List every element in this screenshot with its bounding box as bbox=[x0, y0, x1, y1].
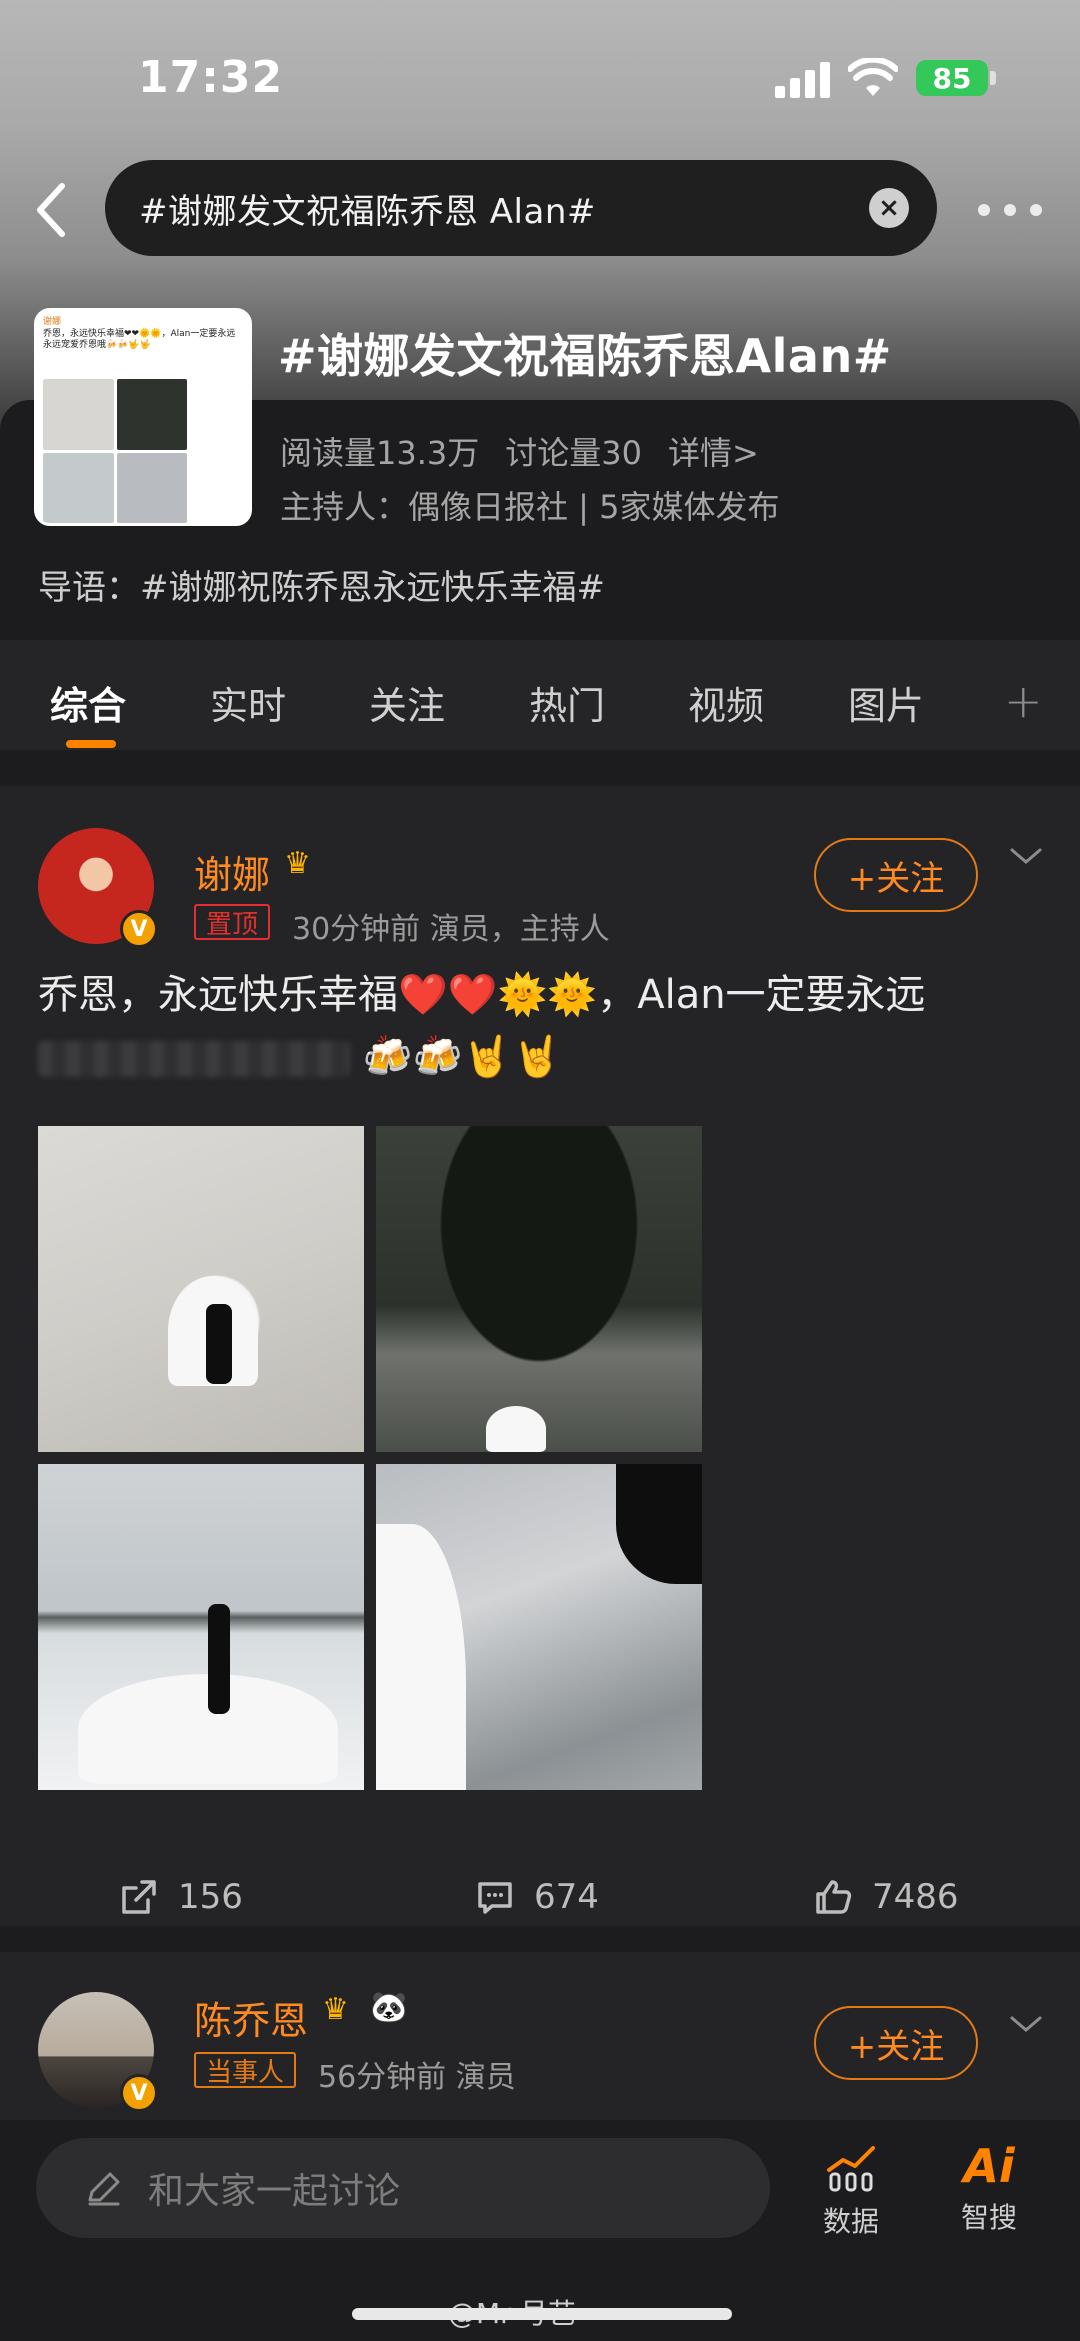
search-query: #谢娜发文祝福陈乔恩 Alan# bbox=[139, 191, 596, 232]
topic-stats: 阅读量13.3万 讨论量30 详情> bbox=[280, 428, 759, 474]
search-input[interactable]: #谢娜发文祝福陈乔恩 Alan# × bbox=[105, 160, 937, 256]
sleeve-shape bbox=[616, 1464, 702, 1584]
topic-guide[interactable]: 导语：#谢娜祝陈乔恩永远快乐幸福# bbox=[38, 560, 605, 609]
post-image[interactable] bbox=[376, 1464, 702, 1790]
status-bar: 17:32 85 bbox=[0, 0, 1080, 150]
read-count: 阅读量13.3万 bbox=[280, 434, 480, 472]
home-indicator[interactable] bbox=[352, 2308, 732, 2320]
post-actions: 156 674 7486 bbox=[0, 1876, 1080, 1926]
discuss-input[interactable]: 和大家一起讨论 bbox=[36, 2138, 770, 2238]
topic-thumbnail[interactable]: 谢娜 乔恩，永远快乐幸福❤❤🌞🌞，Alan一定要永远永远宠爱乔恩哦🍻🍻🤟🤟 bbox=[34, 308, 252, 526]
thumbnail-images bbox=[43, 379, 187, 523]
post-card: V 谢娜 ♛ 置顶 30分钟前 演员，主持人 +关注 乔恩，永远快乐幸福❤️❤️… bbox=[0, 786, 1080, 1926]
thumbs-up-icon bbox=[816, 1880, 852, 1914]
post-author-name[interactable]: 陈乔恩 bbox=[194, 1990, 308, 2045]
active-tab-indicator bbox=[66, 740, 116, 748]
battery-level: 85 bbox=[932, 61, 972, 95]
clear-search-icon[interactable]: × bbox=[869, 188, 909, 228]
data-label: 数据 bbox=[822, 2205, 879, 2238]
add-tab-icon[interactable]: + bbox=[1004, 674, 1043, 728]
party-involved-tag: 当事人 bbox=[194, 2052, 297, 2088]
more-options-icon[interactable] bbox=[978, 200, 1042, 220]
post-meta: 56分钟前 演员 bbox=[318, 2060, 516, 2095]
tab-following[interactable]: 关注 bbox=[369, 675, 445, 730]
details-link[interactable]: 详情> bbox=[668, 428, 759, 474]
comment-icon bbox=[478, 1882, 512, 1914]
ai-search-label: 智搜 bbox=[960, 2201, 1017, 2234]
thumbnail-text: 乔恩，永远快乐幸福❤❤🌞🌞，Alan一定要永远永远宠爱乔恩哦🍻🍻🤟🤟 bbox=[43, 328, 236, 351]
avatar[interactable]: V bbox=[38, 1992, 158, 2112]
tab-hot[interactable]: 热门 bbox=[529, 675, 605, 730]
ai-search-button[interactable]: Ai 智搜 bbox=[934, 2140, 1044, 2236]
thumbnail-author: 谢娜 bbox=[43, 317, 62, 327]
pencil-icon bbox=[88, 2172, 120, 2206]
tab-general[interactable]: 综合 bbox=[50, 675, 126, 730]
share-button[interactable]: 156 bbox=[118, 1876, 243, 1918]
avatar[interactable]: V bbox=[38, 828, 158, 948]
share-icon bbox=[122, 1880, 156, 1914]
battery-indicator: 85 bbox=[916, 60, 988, 96]
battery-tip bbox=[990, 71, 996, 85]
data-button[interactable]: 数据 bbox=[796, 2140, 906, 2240]
crown-icon: ♛ bbox=[284, 846, 311, 881]
post-text: 乔恩，永远快乐幸福❤️❤️🌞🌞，Alan一定要永远 🍻🍻🤘🤘 bbox=[38, 964, 1048, 1088]
follow-button[interactable]: +关注 bbox=[814, 838, 978, 912]
post-text-line-2: 🍻🍻🤘🤘 bbox=[38, 1026, 1048, 1088]
like-button[interactable]: 7486 bbox=[812, 1876, 959, 1918]
topic-title: #谢娜发文祝福陈乔恩Alan# bbox=[278, 329, 892, 383]
verified-badge-icon: V bbox=[120, 910, 158, 948]
follow-button[interactable]: +关注 bbox=[814, 2006, 978, 2080]
status-time: 17:32 bbox=[138, 52, 284, 103]
discussion-count: 讨论量30 bbox=[505, 434, 642, 472]
dress-shape bbox=[486, 1406, 546, 1452]
post-image-grid bbox=[38, 1126, 706, 1798]
chevron-down-icon[interactable] bbox=[1008, 844, 1044, 868]
cellular-signal-icon bbox=[775, 62, 830, 98]
thumbnail-caption: 谢娜 乔恩，永远快乐幸福❤❤🌞🌞，Alan一定要永远永远宠爱乔恩哦🍻🍻🤟🤟 bbox=[37, 311, 249, 354]
post-emojis: 🍻🍻🤘🤘 bbox=[362, 1034, 562, 1080]
post-text-line: 乔恩，永远快乐幸福❤️❤️🌞🌞，Alan一定要永远 bbox=[38, 972, 926, 1018]
groom-shape bbox=[208, 1604, 230, 1714]
topic-host: 主持人：偶像日报社 | 5家媒体发布 bbox=[280, 488, 780, 526]
post-image[interactable] bbox=[38, 1126, 364, 1452]
back-arrow-icon[interactable] bbox=[30, 180, 74, 240]
ai-search-icon: Ai bbox=[963, 2139, 1015, 2193]
like-count: 7486 bbox=[872, 1877, 959, 1917]
dress-shape bbox=[376, 1524, 466, 1790]
blurred-text bbox=[38, 1041, 350, 1077]
pinned-tag: 置顶 bbox=[194, 904, 271, 940]
groom-shape bbox=[206, 1304, 232, 1384]
panda-icon: 🐼 bbox=[370, 1990, 408, 2025]
post-image[interactable] bbox=[376, 1126, 702, 1452]
post-image[interactable] bbox=[38, 1464, 364, 1790]
chevron-down-icon[interactable] bbox=[1008, 2012, 1044, 2036]
crown-icon: ♛ bbox=[322, 1992, 349, 2027]
chart-icon bbox=[827, 2146, 875, 2192]
tab-images[interactable]: 图片 bbox=[848, 675, 924, 730]
share-count: 156 bbox=[178, 1877, 243, 1917]
tab-realtime[interactable]: 实时 bbox=[210, 675, 286, 730]
verified-badge-icon: V bbox=[120, 2074, 158, 2112]
post-author-name[interactable]: 谢娜 bbox=[194, 844, 270, 899]
tab-video[interactable]: 视频 bbox=[688, 675, 764, 730]
discuss-placeholder: 和大家一起讨论 bbox=[148, 2171, 401, 2212]
comment-count: 674 bbox=[534, 1877, 599, 1917]
comment-button[interactable]: 674 bbox=[474, 1876, 599, 1918]
post-meta: 30分钟前 演员，主持人 bbox=[292, 912, 610, 947]
wifi-icon bbox=[848, 58, 898, 96]
tab-bar: 综合 实时 关注 热门 视频 图片 bbox=[0, 640, 1080, 750]
